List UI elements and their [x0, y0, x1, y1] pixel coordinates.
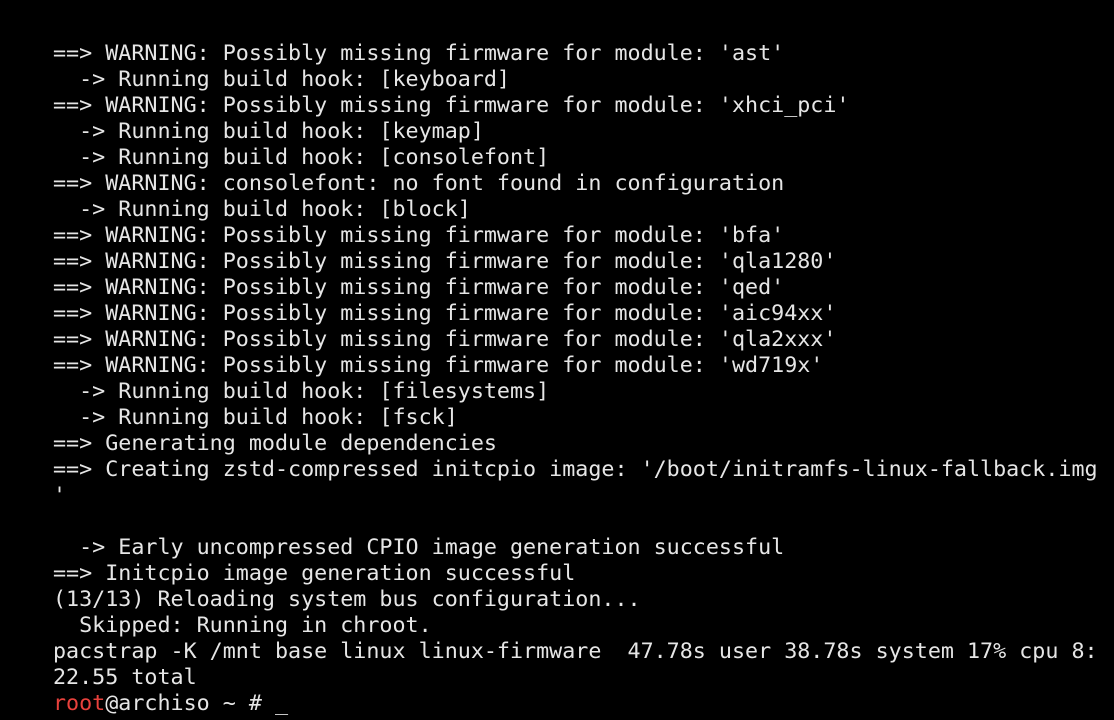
- output-line: pacstrap -K /mnt base linux linux-firmwa…: [53, 639, 1098, 664]
- output-line: ==> WARNING: Possibly missing firmware f…: [53, 93, 850, 118]
- output-line: Skipped: Running in chroot.: [53, 613, 432, 638]
- output-line: -> Running build hook: [filesystems]: [53, 379, 550, 404]
- output-line: (13/13) Reloading system bus configurati…: [53, 587, 641, 612]
- shell-prompt[interactable]: root@archiso ~ # _: [53, 691, 1111, 717]
- output-line: ==> WARNING: Possibly missing firmware f…: [53, 249, 837, 274]
- output-line: ==> Creating zstd-compressed initcpio im…: [53, 457, 1098, 482]
- output-line: ==> WARNING: Possibly missing firmware f…: [53, 353, 824, 378]
- text-cursor: _: [274, 691, 289, 716]
- output-line: ==> Generating module dependencies: [53, 431, 497, 456]
- output-line: 22.55 total: [53, 665, 197, 690]
- output-line: ==> WARNING: Possibly missing firmware f…: [53, 301, 837, 326]
- terminal-console[interactable]: ==> WARNING: Possibly missing firmware f…: [53, 41, 1111, 717]
- output-line: ==> WARNING: Possibly missing firmware f…: [53, 223, 785, 248]
- output-line: ': [53, 483, 67, 508]
- output-line: -> Running build hook: [consolefont]: [53, 145, 550, 170]
- output-line: -> Running build hook: [fsck]: [53, 405, 458, 430]
- output-line: ==> WARNING: Possibly missing firmware f…: [53, 327, 837, 352]
- output-line: -> Running build hook: [block]: [53, 197, 471, 222]
- prompt-user: root: [53, 691, 106, 716]
- output-line: -> Running build hook: [keymap]: [53, 119, 484, 144]
- output-line: -> Early uncompressed CPIO image generat…: [53, 535, 785, 560]
- output-line: ==> WARNING: Possibly missing firmware f…: [53, 41, 785, 66]
- prompt-host: @archiso ~ #: [105, 691, 275, 716]
- output-line: ==> Initcpio image generation successful: [53, 561, 576, 586]
- output-line: ==> WARNING: consolefont: no font found …: [53, 171, 785, 196]
- output-line: -> Running build hook: [keyboard]: [53, 67, 510, 92]
- output-line: ==> WARNING: Possibly missing firmware f…: [53, 275, 785, 300]
